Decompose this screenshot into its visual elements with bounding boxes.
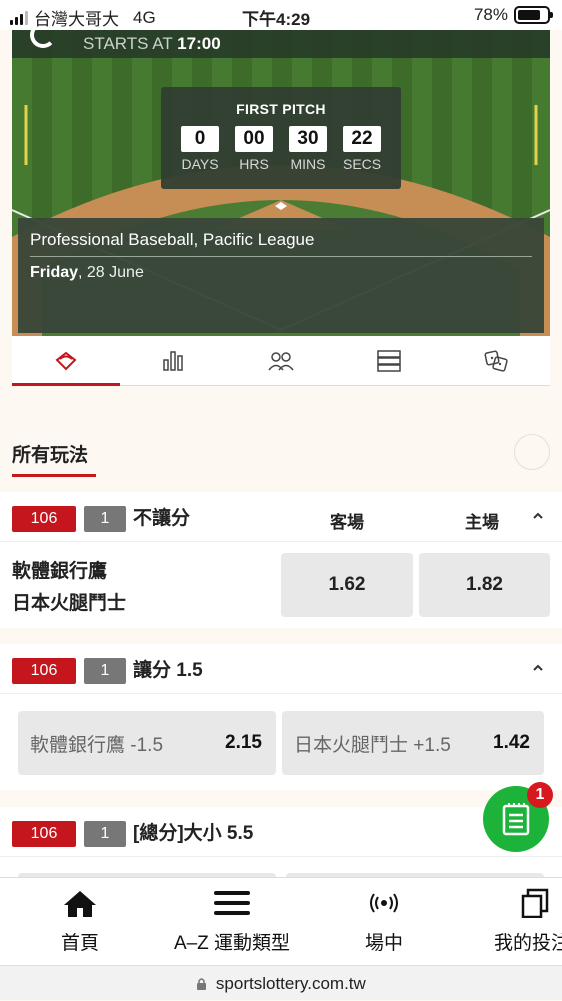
nav-my-bets-label: 我的投注 <box>494 933 562 954</box>
team-away-name: 軟體銀行鷹 <box>12 561 108 582</box>
days-value: 0 <box>181 126 219 152</box>
market-title: 讓分 1.5 <box>133 660 203 681</box>
days-label: DAYS <box>181 156 219 172</box>
status-left: 台灣大哥大 4G <box>10 5 156 30</box>
market-num-badge: 1 <box>84 658 126 684</box>
hours-value: 00 <box>235 126 273 152</box>
starts-time: 17:00 <box>177 34 221 53</box>
market-num-badge: 1 <box>84 821 126 847</box>
market-code-badge: 106 <box>12 658 76 684</box>
status-bar: 台灣大哥大 4G 下午4:29 78% <box>0 0 562 30</box>
minutes-label: MINS <box>290 156 326 172</box>
selection-odds: 2.15 <box>225 732 262 753</box>
team-names: 軟體銀行鷹 日本火腿鬥士 <box>12 556 126 620</box>
event-date: Friday, 28 June <box>30 264 532 282</box>
status-right: 78% <box>473 5 553 25</box>
odds-home-button[interactable]: 1.82 <box>419 553 550 617</box>
hours-label: HRS <box>239 156 269 172</box>
live-broadcast-icon <box>370 893 398 913</box>
clock: 下午4:29 <box>242 10 311 29</box>
market-header-totals[interactable]: 106 1 [總分]大小 5.5 <box>0 807 562 857</box>
handicap-away-button[interactable]: 軟體銀行鷹 -1.5 2.15 <box>18 711 276 775</box>
tab-standings[interactable] <box>335 336 443 385</box>
event-tabs <box>12 336 550 386</box>
tab-field[interactable] <box>12 336 120 386</box>
tab-teams[interactable] <box>227 336 335 385</box>
section-title: 所有玩法 <box>12 445 89 466</box>
team-home-name: 日本火腿鬥士 <box>12 593 127 614</box>
market-body-totals <box>0 857 562 883</box>
countdown-seconds: 22 SECS <box>343 126 381 172</box>
minutes-value: 30 <box>289 126 327 152</box>
market-header-handicap[interactable]: 106 1 讓分 1.5 <box>0 644 562 694</box>
market-body-moneyline: 軟體銀行鷹 日本火腿鬥士 1.62 1.82 <box>0 542 562 628</box>
market-header-moneyline[interactable]: 106 1 不讓分 客場 主場 <box>0 492 562 542</box>
column-home-label: 主場 <box>465 513 499 532</box>
stats-bars-icon <box>163 350 184 371</box>
battery-percent: 78% <box>473 5 508 24</box>
seconds-value: 22 <box>343 126 381 152</box>
nav-home[interactable]: 首頁 <box>58 888 102 955</box>
baseball-field-icon <box>55 351 77 370</box>
event-banner: STARTS AT 17:00 FIRST PITCH 0 DAYS 00 HRS … <box>12 30 550 336</box>
starts-label: STARTS AT <box>83 34 173 53</box>
tab-stats[interactable] <box>120 336 228 385</box>
battery-icon <box>514 6 553 24</box>
selection-odds: 1.42 <box>493 732 530 753</box>
bottom-nav: 首頁 A–Z 運動類型 場中 我的投注 <box>0 877 562 965</box>
nav-sports-az[interactable]: A–Z 運動類型 <box>166 888 298 955</box>
chevron-up-icon[interactable] <box>532 662 544 674</box>
info-circle-button[interactable] <box>514 434 550 470</box>
chevron-up-icon[interactable] <box>532 510 544 522</box>
market-num-badge: 1 <box>84 506 126 532</box>
starts-at-bar: STARTS AT 17:00 <box>12 30 550 58</box>
countdown-panel: FIRST PITCH 0 DAYS 00 HRS 30 MINS 22 SECS <box>161 87 401 189</box>
url-text: sportslottery.com.tw <box>215 974 366 993</box>
market-title: 不讓分 <box>133 508 191 529</box>
nav-live[interactable]: 場中 <box>362 888 406 955</box>
signal-icon <box>10 10 28 25</box>
market-body-handicap: 軟體銀行鷹 -1.5 2.15 日本火腿鬥士 +1.5 1.42 <box>0 694 562 790</box>
selection-name: 軟體銀行鷹 -1.5 <box>30 734 164 756</box>
countdown-hours: 00 HRS <box>235 126 273 172</box>
column-away-label: 客場 <box>330 513 364 532</box>
league-name: Professional Baseball, Pacific League <box>30 230 532 257</box>
betslip-count-badge: 1 <box>527 782 553 808</box>
selection-name: 日本火腿鬥士 +1.5 <box>294 734 451 756</box>
dice-icon <box>484 350 508 372</box>
carrier-name: 台灣大哥大 <box>34 10 119 29</box>
market-code-badge: 106 <box>12 506 76 532</box>
nav-home-label: 首頁 <box>60 933 99 954</box>
lock-icon <box>197 978 207 990</box>
seconds-label: SECS <box>343 156 382 172</box>
market-code-badge: 106 <box>12 821 76 847</box>
event-day: Friday <box>30 264 79 281</box>
nav-live-label: 場中 <box>364 933 403 954</box>
battery-level <box>518 10 540 20</box>
browser-url-bar[interactable]: sportslottery.com.tw <box>0 965 562 1000</box>
home-icon <box>64 891 96 917</box>
event-date-text: , 28 June <box>78 264 144 281</box>
countdown-days: 0 DAYS <box>181 126 219 172</box>
countdown-title: FIRST PITCH <box>236 101 326 117</box>
network-type: 4G <box>133 7 156 27</box>
team-people-icon <box>268 351 294 370</box>
betslip-list-icon <box>502 803 530 836</box>
league-info-panel: Professional Baseball, Pacific League Fr… <box>18 218 544 333</box>
countdown-minutes: 30 MINS <box>289 126 327 172</box>
section-underline <box>12 474 96 477</box>
nav-sports-az-label: A–Z 運動類型 <box>173 933 291 954</box>
menu-icon <box>214 891 250 915</box>
league-logo-icon <box>30 30 56 48</box>
betslip-copy-icon <box>521 888 549 919</box>
list-table-icon <box>376 349 401 372</box>
handicap-home-button[interactable]: 日本火腿鬥士 +1.5 1.42 <box>282 711 544 775</box>
odds-away-button[interactable]: 1.62 <box>281 553 413 617</box>
market-title: [總分]大小 5.5 <box>133 823 254 844</box>
nav-my-bets[interactable]: 我的投注 <box>494 888 562 955</box>
tab-props[interactable] <box>442 336 550 385</box>
